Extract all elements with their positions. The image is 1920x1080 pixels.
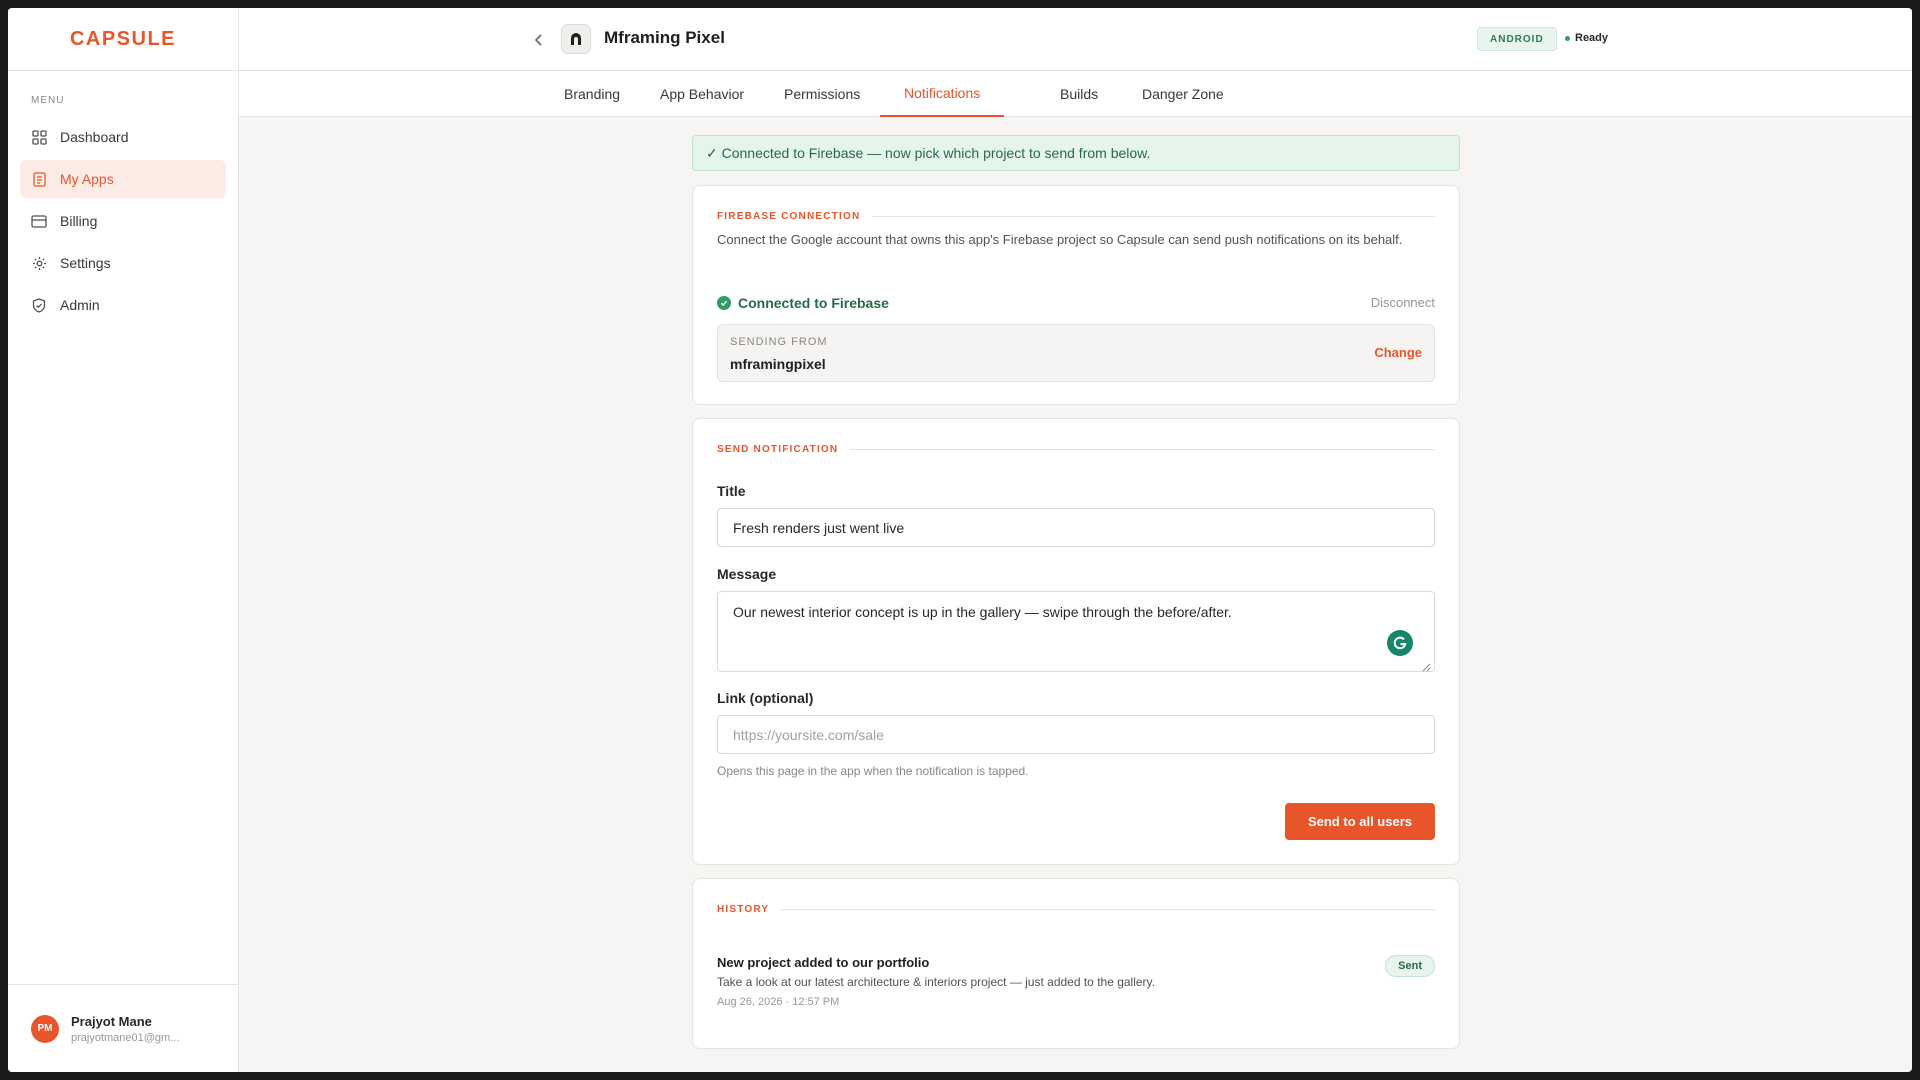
sidebar-item-admin[interactable]: Admin [20, 286, 226, 324]
tab-builds[interactable]: Builds [1036, 71, 1122, 117]
page-title: Mframing Pixel [604, 28, 725, 47]
status-badge: Sent [1385, 955, 1435, 977]
title-input[interactable] [717, 508, 1435, 547]
sending-from-value: mframingpixel [730, 356, 826, 372]
sidebar-item-settings[interactable]: Settings [20, 244, 226, 282]
card-icon [31, 213, 47, 229]
message-textarea[interactable]: Our newest interior concept is up in the… [717, 591, 1435, 672]
sidebar-item-label: Dashboard [60, 129, 129, 145]
title-label: Title [717, 483, 746, 499]
status-badge: Ready [1565, 32, 1608, 44]
sidebar-item-my-apps[interactable]: My Apps [20, 160, 226, 198]
sidebar: CAPSULE MENU Dashboard My Apps Billing S… [8, 8, 239, 1072]
history-item-time: Aug 26, 2026 · 12:57 PM [717, 996, 840, 1008]
check-circle-icon [717, 296, 731, 310]
user-name: Prajyot Mane [71, 1013, 152, 1029]
disconnect-link[interactable]: Disconnect [1371, 295, 1435, 310]
link-label: Link (optional) [717, 690, 814, 706]
history-section-heading: HISTORY [717, 904, 1435, 915]
message-label: Message [717, 566, 777, 582]
sidebar-item-label: My Apps [60, 171, 114, 187]
user-profile[interactable]: PM Prajyot Mane prajyotmane01@gm... [8, 984, 238, 1072]
main-area: Mframing Pixel ANDROID Ready Branding Ap… [239, 8, 1912, 1072]
send-notification-card: SEND NOTIFICATION Title Message Our newe… [692, 418, 1460, 865]
link-hint: Opens this page in the app when the noti… [717, 764, 1029, 778]
menu-label: MENU [31, 95, 65, 106]
divider [872, 216, 1435, 217]
section-heading-text: HISTORY [717, 904, 770, 915]
sidebar-item-dashboard[interactable]: Dashboard [20, 118, 226, 156]
sidebar-item-label: Admin [60, 297, 100, 313]
firebase-section-heading: FIREBASE CONNECTION [717, 211, 1435, 222]
link-input[interactable] [717, 715, 1435, 754]
section-heading-text: FIREBASE CONNECTION [717, 211, 861, 222]
tab-danger-zone[interactable]: Danger Zone [1118, 71, 1248, 117]
gear-icon [31, 255, 47, 271]
status-text: Ready [1575, 32, 1609, 44]
topbar: Mframing Pixel ANDROID Ready [239, 8, 1912, 71]
sending-from-box: SENDING FROM mframingpixel Change [717, 324, 1435, 382]
sidebar-item-label: Billing [60, 213, 98, 229]
firebase-card: FIREBASE CONNECTION Connect the Google a… [692, 185, 1460, 405]
change-project-link[interactable]: Change [1374, 345, 1422, 360]
tab-app-behavior[interactable]: App Behavior [636, 71, 768, 117]
avatar: PM [31, 1014, 59, 1043]
user-email: prajyotmane01@gm... [71, 1031, 180, 1044]
shield-icon [31, 297, 47, 313]
tab-branding[interactable]: Branding [540, 71, 644, 117]
connected-status: Connected to Firebase [717, 295, 889, 311]
send-to-all-button[interactable]: Send to all users [1285, 803, 1435, 840]
section-heading-text: SEND NOTIFICATION [717, 444, 839, 455]
connected-text: Connected to Firebase [738, 295, 889, 311]
tab-permissions[interactable]: Permissions [760, 71, 884, 117]
logo[interactable]: CAPSULE [8, 8, 238, 71]
firebase-description: Connect the Google account that owns thi… [717, 232, 1403, 247]
history-item-title: New project added to our portfolio [717, 955, 930, 970]
divider [781, 909, 1435, 910]
grid-icon [31, 129, 47, 145]
tab-bar: Branding App Behavior Permissions Notifi… [239, 71, 1912, 117]
platform-badge: ANDROID [1477, 27, 1557, 51]
tab-notifications[interactable]: Notifications [880, 71, 1005, 117]
resize-handle-icon[interactable] [1421, 659, 1431, 672]
success-banner: ✓ Connected to Firebase — now pick which… [692, 135, 1460, 171]
back-arrow-icon[interactable] [529, 30, 549, 50]
app-icon [561, 24, 591, 54]
history-item-body: Take a look at our latest architecture &… [717, 975, 1155, 989]
document-icon [31, 171, 47, 187]
app-window: CAPSULE MENU Dashboard My Apps Billing S… [8, 8, 1912, 1072]
grammarly-icon[interactable] [1387, 630, 1413, 656]
history-card: HISTORY New project added to our portfol… [692, 878, 1460, 1049]
send-section-heading: SEND NOTIFICATION [717, 444, 1435, 455]
divider [850, 449, 1435, 450]
status-dot-icon [1565, 35, 1570, 41]
sidebar-item-billing[interactable]: Billing [20, 202, 226, 240]
sidebar-item-label: Settings [60, 255, 111, 271]
sidebar-nav: Dashboard My Apps Billing Settings Admin [8, 118, 238, 324]
sending-from-label: SENDING FROM [730, 336, 828, 348]
